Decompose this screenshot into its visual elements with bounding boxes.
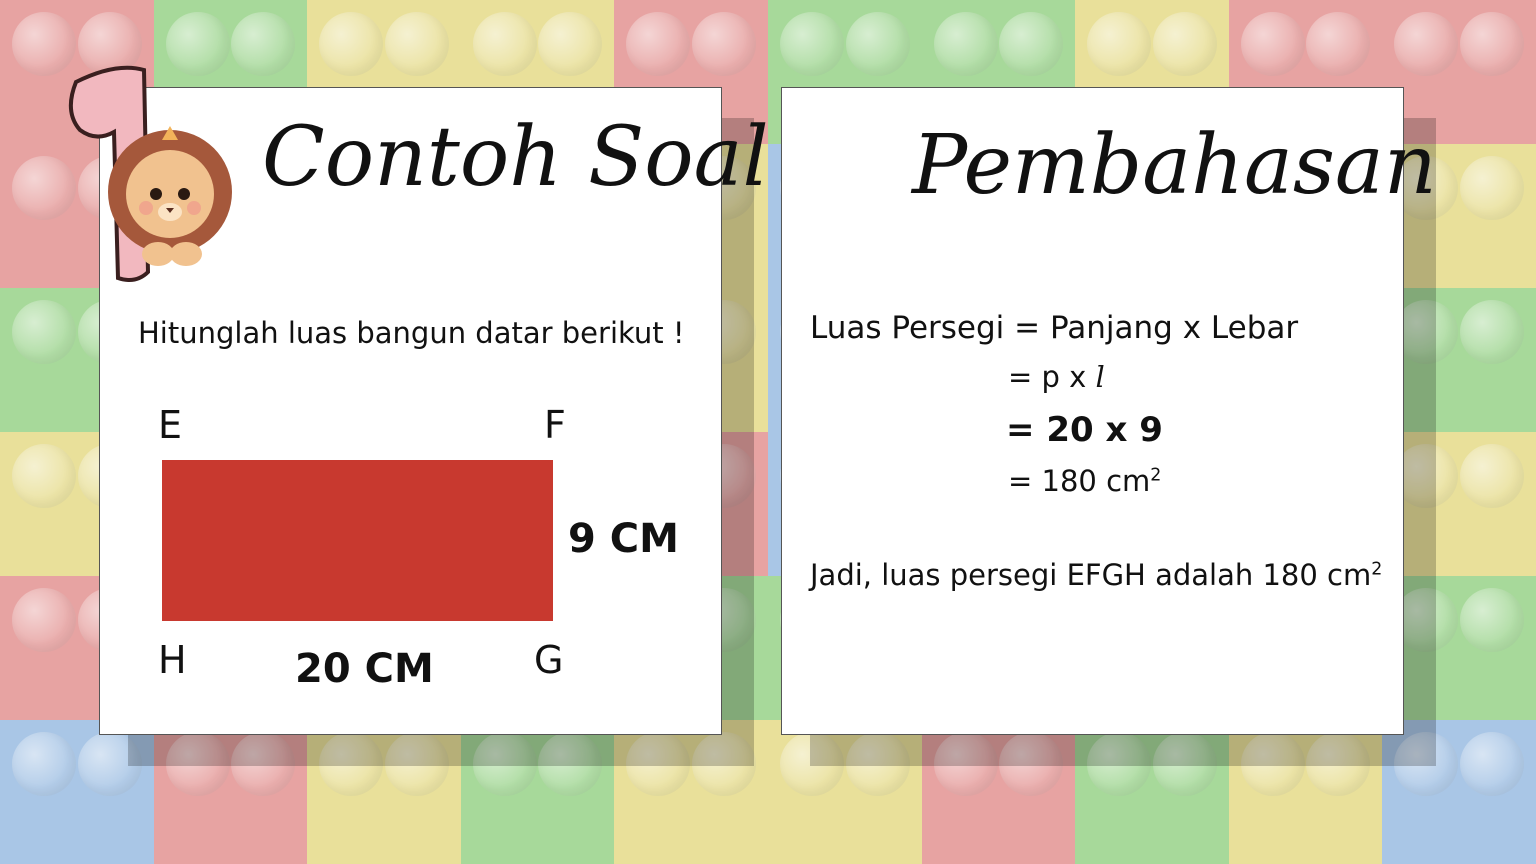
lion-icon — [108, 126, 232, 266]
lebar-symbol: l — [1095, 360, 1105, 394]
conclusion-sentence: Jadi, luas persegi EFGH adalah 180 cm — [810, 558, 1372, 592]
formula-line-4: = 180 cm2 — [1008, 464, 1161, 498]
formula-line-3: = 20 x 9 — [1006, 410, 1163, 450]
height-label: 9 CM — [568, 516, 679, 562]
squared-superscript: 2 — [1150, 465, 1162, 486]
vertex-f-label: F — [544, 403, 566, 447]
squared-superscript: 2 — [1371, 559, 1383, 580]
formula-line-1: Luas Persegi = Panjang x Lebar — [810, 310, 1299, 346]
formula-line-2: = p x l — [1008, 360, 1105, 394]
vertex-h-label: H — [158, 638, 187, 682]
number-one-badge: 1 — [56, 62, 246, 292]
vertex-e-label: E — [158, 403, 183, 447]
formula-line-2-text: = p x — [1008, 360, 1096, 394]
rectangle-efgh — [162, 460, 553, 621]
width-label: 20 CM — [295, 646, 434, 692]
conclusion-text: Jadi, luas persegi EFGH adalah 180 cm2 — [810, 558, 1382, 592]
badge-number-text: 1 — [56, 62, 57, 63]
card-title: Contoh Soal — [262, 110, 769, 205]
card-title: Pembahasan — [912, 118, 1437, 213]
formula-line-4-text: = 180 cm — [1008, 464, 1151, 498]
question-text: Hitunglah luas bangun datar berikut ! — [138, 316, 685, 350]
discussion-card: Pembahasan Luas Persegi = Panjang x Leba… — [781, 87, 1437, 735]
vertex-g-label: G — [534, 638, 564, 682]
